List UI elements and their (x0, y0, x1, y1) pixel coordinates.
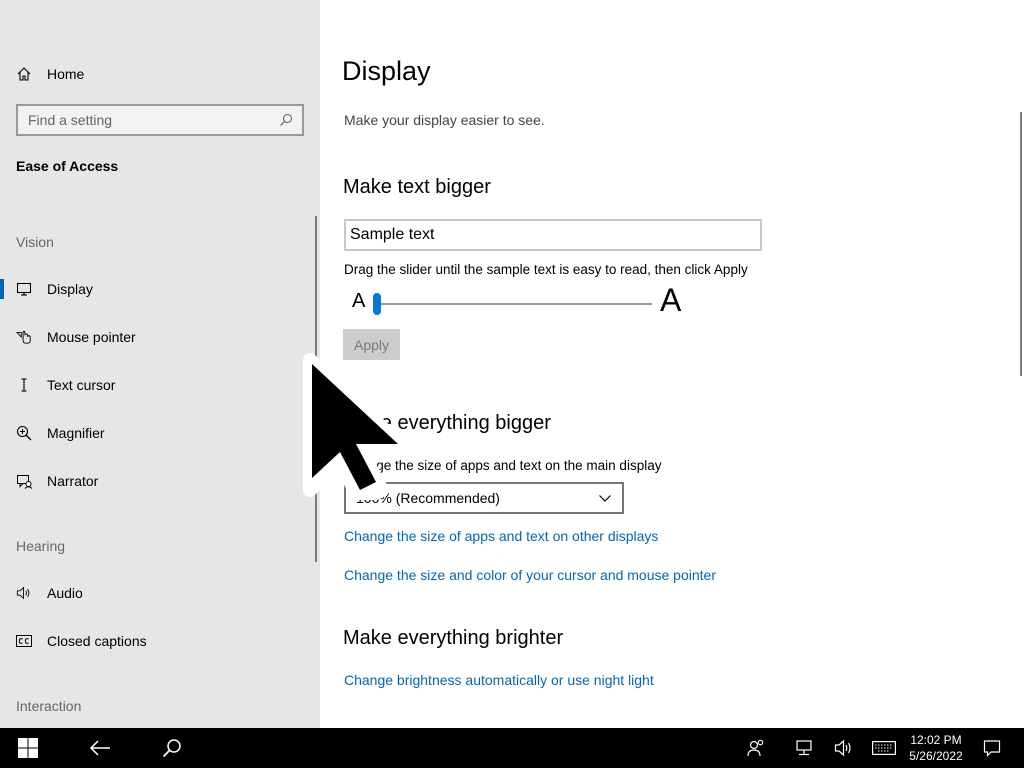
network-button[interactable] (788, 728, 820, 768)
magnifier-icon (16, 425, 32, 441)
sidebar-item-audio[interactable]: Audio (0, 573, 300, 613)
sidebar-item-magnifier[interactable]: Magnifier (0, 413, 300, 453)
scale-description: Change the size of apps and text on the … (344, 458, 662, 473)
clock[interactable]: 12:02 PM 5/26/2022 (904, 731, 968, 765)
windows-logo-icon (18, 738, 38, 758)
home-label: Home (47, 66, 85, 82)
sample-text-preview: Sample text (344, 219, 762, 251)
speaker-icon (834, 739, 851, 757)
main-scrollbar[interactable] (1020, 112, 1022, 376)
sidebar-item-label: Magnifier (47, 425, 105, 441)
text-cursor-icon (16, 377, 32, 393)
notification-icon (983, 740, 1001, 757)
volume-button[interactable] (828, 728, 860, 768)
people-button[interactable] (740, 728, 772, 768)
text-size-slider-track[interactable] (376, 303, 652, 305)
group-title-hearing: Hearing (16, 538, 66, 554)
sample-text: Sample text (350, 226, 435, 243)
sidebar-item-label: Mouse pointer (47, 329, 136, 345)
sidebar-item-label: Closed captions (47, 633, 147, 649)
keyboard-icon (872, 741, 896, 755)
chevron-down-icon (598, 490, 612, 506)
sidebar-item-label: Text cursor (47, 377, 116, 393)
apply-button[interactable]: Apply (343, 329, 400, 360)
touch-keyboard-button[interactable] (868, 728, 900, 768)
people-icon (747, 739, 764, 757)
back-arrow-icon (89, 740, 110, 756)
link-cursor-pointer[interactable]: Change the size and color of your cursor… (344, 567, 716, 583)
group-title-vision: Vision (16, 234, 54, 250)
sidebar-scrollbar[interactable] (315, 216, 317, 562)
page-subtitle: Make your display easier to see. (344, 112, 545, 128)
link-other-displays[interactable]: Change the size of apps and text on othe… (344, 528, 658, 544)
home-icon (16, 66, 32, 82)
search-icon[interactable] (278, 112, 294, 128)
main-content: Display Make your display easier to see.… (320, 0, 1024, 728)
home-nav-item[interactable]: Home (16, 62, 306, 86)
sidebar: Home Ease of Access Vision Display Mouse… (0, 0, 320, 728)
sidebar-item-display[interactable]: Display (0, 269, 300, 309)
sidebar-item-closed-captions[interactable]: Closed captions (0, 621, 300, 661)
link-brightness-night-light[interactable]: Change brightness automatically or use n… (344, 672, 654, 688)
closed-captions-icon (16, 633, 32, 649)
network-icon (796, 740, 812, 756)
sidebar-item-label: Audio (47, 585, 83, 601)
heading-make-everything-bigger: Make everything bigger (343, 412, 551, 434)
slider-hint: Drag the slider until the sample text is… (344, 262, 748, 277)
taskbar-search-button[interactable] (144, 728, 200, 768)
narrator-icon (16, 473, 32, 489)
search-icon (162, 739, 181, 758)
heading-make-text-bigger: Make text bigger (343, 176, 491, 198)
selection-indicator (0, 279, 4, 299)
sidebar-item-narrator[interactable]: Narrator (0, 461, 300, 501)
sidebar-item-label: Display (47, 281, 93, 297)
speaker-icon (16, 585, 32, 601)
mouse-pointer-icon (16, 329, 32, 345)
sidebar-item-mouse-pointer[interactable]: Mouse pointer (0, 317, 300, 357)
page-title: Display (342, 56, 431, 86)
settings-search-box[interactable] (16, 104, 304, 136)
sidebar-item-text-cursor[interactable]: Text cursor (0, 365, 300, 405)
back-button[interactable] (72, 728, 128, 768)
clock-date: 5/26/2022 (909, 749, 963, 763)
section-title: Ease of Access (16, 158, 119, 174)
clock-time: 12:02 PM (910, 733, 962, 747)
search-input[interactable] (28, 112, 278, 128)
slider-max-label: A (660, 282, 682, 318)
scale-dropdown[interactable]: 100% (Recommended) (344, 482, 624, 514)
taskbar: 12:02 PM 5/26/2022 (0, 728, 1024, 768)
heading-make-everything-brighter: Make everything brighter (343, 627, 564, 649)
action-center-button[interactable] (976, 728, 1008, 768)
scale-dropdown-value: 100% (Recommended) (356, 490, 500, 506)
start-button[interactable] (0, 728, 56, 768)
group-title-interaction: Interaction (16, 698, 82, 714)
sidebar-item-label: Narrator (47, 473, 99, 489)
text-size-slider-thumb[interactable] (373, 293, 381, 315)
slider-min-label: A (352, 290, 366, 312)
monitor-icon (16, 281, 32, 297)
